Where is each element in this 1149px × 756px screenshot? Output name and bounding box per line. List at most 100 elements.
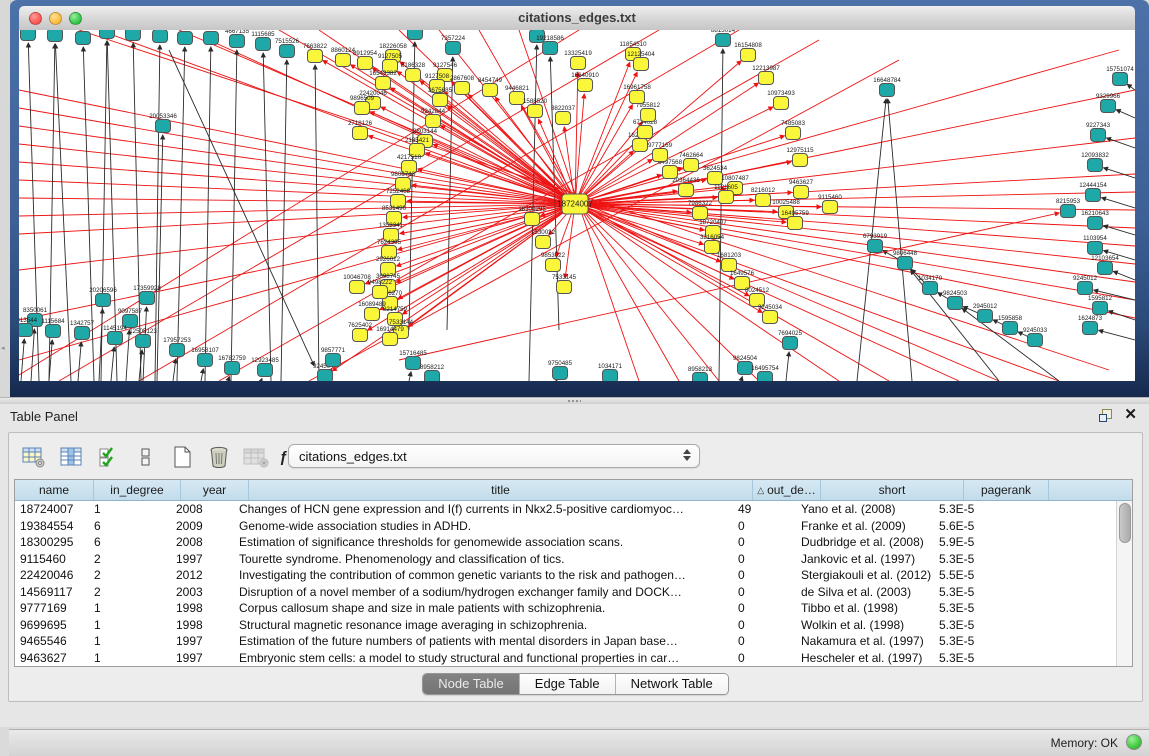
- graph-node[interactable]: 4667135: [225, 30, 250, 48]
- close-panel-icon[interactable]: ✕: [1124, 408, 1137, 422]
- graph-node[interactable]: 20891406: [69, 30, 97, 45]
- new-column-button[interactable]: [165, 442, 198, 472]
- column-header-out_de[interactable]: △out_de…: [753, 480, 821, 500]
- tab-network-table[interactable]: Network Table: [616, 674, 728, 694]
- column-header-in_degree[interactable]: in_degree: [94, 480, 181, 500]
- network-window-titlebar[interactable]: citations_edges.txt: [19, 6, 1135, 31]
- graph-node[interactable]: 2718126: [348, 120, 373, 140]
- graph-node[interactable]: 7515526: [275, 38, 300, 58]
- delete-column-button[interactable]: [202, 442, 235, 472]
- column-header-short[interactable]: short: [821, 480, 964, 500]
- graph-node[interactable]: 10719155: [197, 30, 225, 45]
- row-height-button[interactable]: [128, 442, 161, 472]
- graph-node[interactable]: 9097588: [95, 30, 120, 39]
- graph-node[interactable]: 20206596: [89, 287, 117, 307]
- graph-node[interactable]: 16958107: [191, 347, 219, 367]
- column-header-title[interactable]: title: [249, 480, 753, 500]
- graph-node[interactable]: 19218586: [536, 35, 564, 55]
- graph-node[interactable]: 1595858: [998, 315, 1023, 335]
- column-header-year[interactable]: year: [181, 480, 249, 500]
- graph-node[interactable]: 1624873: [1078, 315, 1103, 335]
- graph-node[interactable]: 1595812: [1088, 295, 1113, 315]
- graph-node[interactable]: 1527602: [148, 30, 173, 43]
- graph-node[interactable]: 2867608: [450, 75, 475, 95]
- table-row[interactable]: 969969511998Structural magnetic resonanc…: [15, 617, 1132, 634]
- table-row[interactable]: 1872400712008Changes of HCN gene express…: [15, 501, 1132, 518]
- divider-grip-icon[interactable]: [567, 399, 581, 403]
- row-selection-button[interactable]: [91, 442, 124, 472]
- table-row[interactable]: 946362711997Embryonic stem cells: a mode…: [15, 650, 1132, 667]
- graph-node[interactable]: 16495754: [751, 365, 779, 381]
- graph-node[interactable]: 7694025: [778, 330, 803, 350]
- table-row[interactable]: 1456911722003Disruption of a novel membe…: [15, 584, 1132, 601]
- graph-node[interactable]: 9115460: [818, 194, 842, 214]
- graph-node[interactable]: 16648784: [873, 77, 901, 97]
- table-row[interactable]: 1938455462009Genome-wide association stu…: [15, 518, 1132, 535]
- column-header-name[interactable]: name: [15, 480, 94, 500]
- graph-node[interactable]: 16782759: [218, 355, 246, 375]
- cell-in_degree: 1: [89, 501, 171, 518]
- graph-node[interactable]: 6466160: [173, 30, 198, 45]
- graph-node[interactable]: 13325419: [564, 50, 592, 70]
- graph-node[interactable]: 7625402: [348, 322, 373, 342]
- graph-node[interactable]: 16640910: [571, 72, 599, 92]
- graph-node[interactable]: 8860124: [331, 47, 356, 67]
- graph-node[interactable]: 7357224: [441, 35, 466, 55]
- table-row[interactable]: 946554611997Estimation of the future num…: [15, 633, 1132, 650]
- gutter-collapse-icon[interactable]: ◂: [1, 344, 5, 352]
- graph-node[interactable]: 16053809: [401, 30, 429, 40]
- graph-node[interactable]: 9245034: [758, 304, 783, 324]
- graph-node[interactable]: 1103954: [1083, 235, 1107, 255]
- svg-text:7357224: 7357224: [441, 35, 466, 42]
- float-panel-icon[interactable]: [1099, 409, 1112, 422]
- graph-node[interactable]: 8958212: [420, 364, 445, 381]
- graph-node[interactable]: 3915413: [43, 30, 68, 42]
- graph-node[interactable]: 12923485: [251, 357, 279, 377]
- scrollbar-thumb[interactable]: [1119, 503, 1131, 543]
- graph-node[interactable]: 9806448: [893, 250, 918, 270]
- graph-node[interactable]: 1145194: [103, 325, 127, 345]
- graph-node[interactable]: 9853022: [541, 252, 566, 272]
- graph-node[interactable]: 9750485: [548, 360, 573, 380]
- column-header-pagerank[interactable]: pagerank: [964, 480, 1049, 500]
- graph-node[interactable]: 8186328: [401, 62, 426, 82]
- network-canvas[interactable]: 2405572391541320891406909758810653267152…: [19, 30, 1135, 381]
- table-vertical-scrollbar[interactable]: [1116, 501, 1132, 666]
- graph-node[interactable]: 7485083: [781, 120, 806, 140]
- tab-edge-table[interactable]: Edge Table: [520, 674, 616, 694]
- table-row[interactable]: 977716911998Corpus callosum shape and si…: [15, 600, 1132, 617]
- table-options-button[interactable]: [17, 442, 50, 472]
- graph-node[interactable]: 1530022: [531, 229, 556, 249]
- graph-node[interactable]: 9245033: [1023, 327, 1048, 347]
- graph-node[interactable]: 18724007: [557, 194, 593, 214]
- graph-node[interactable]: 8958213: [688, 366, 713, 381]
- table-row[interactable]: 911546021997Tourette syndrome. Phenomeno…: [15, 551, 1132, 568]
- graph-node[interactable]: 10973493: [767, 90, 795, 110]
- graph-node[interactable]: 7663822: [303, 43, 328, 63]
- table-row[interactable]: 1830029562008Estimation of significance …: [15, 534, 1132, 551]
- graph-node[interactable]: 8215953: [1056, 198, 1081, 218]
- graph-node[interactable]: 6793919: [863, 233, 888, 253]
- graph-node[interactable]: 9245012: [1073, 275, 1098, 295]
- graph-node[interactable]: 1034170: [918, 275, 943, 295]
- graph-node[interactable]: 15751074: [1106, 66, 1134, 86]
- graph-node[interactable]: 8454749: [478, 77, 503, 97]
- graph-node[interactable]: 1342757: [70, 320, 95, 340]
- graph-node[interactable]: 16154808: [734, 42, 762, 62]
- graph-node[interactable]: 1034171: [598, 363, 623, 381]
- column-visibility-button[interactable]: [54, 442, 87, 472]
- tab-node-table[interactable]: Node Table: [423, 674, 520, 694]
- graph-node[interactable]: 1115685: [251, 31, 275, 51]
- graph-node[interactable]: 17957253: [163, 337, 191, 357]
- graph-node[interactable]: 12213987: [752, 65, 780, 85]
- graph-node[interactable]: 9463627: [789, 179, 814, 199]
- graph-node[interactable]: 7533145: [552, 274, 577, 294]
- table-row[interactable]: 2242004622012Investigating the contribut…: [15, 567, 1132, 584]
- delete-table-button[interactable]: [239, 442, 272, 472]
- graph-node[interactable]: 1115684: [41, 318, 65, 338]
- panel-divider[interactable]: [0, 397, 1149, 404]
- table-selector-dropdown[interactable]: citations_edges.txt: [288, 444, 700, 468]
- graph-node[interactable]: 20053346: [149, 113, 177, 133]
- graph-node[interactable]: 8822037: [551, 105, 576, 125]
- graph-node[interactable]: 2405572: [19, 30, 41, 41]
